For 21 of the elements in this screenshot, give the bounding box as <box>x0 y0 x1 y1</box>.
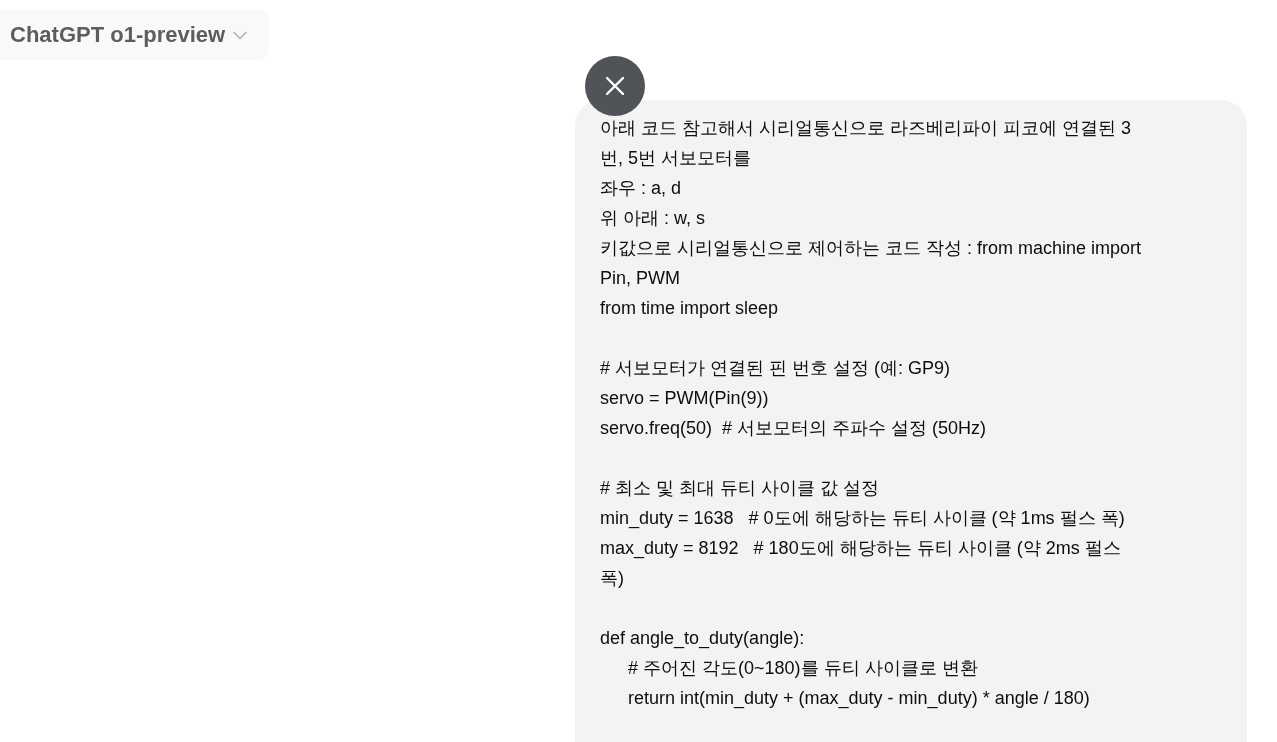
message-line: return int(min_duty + (max_duty - min_duty) * angle / 180) <box>628 687 1091 711</box>
message-line: # 주어진 각도(0~180)를 듀티 사이클로 변환 <box>628 657 979 680</box>
message-line: def angle_to_duty(angle): <box>600 627 806 651</box>
message-line: # 최소 및 최대 듀티 사이클 값 설정 <box>600 477 881 500</box>
message-line: max_duty = 8192 # 180도에 해당하는 듀티 사이클 (약 2ms 펄스 <box>600 537 1122 561</box>
message-line: 번, 5번 서보모터를 <box>600 147 752 170</box>
message-line: # 서보모터가 연결된 핀 번호 설정 (예: GP9) <box>600 357 952 380</box>
message-line: 키값으로 시리얼통신으로 제어하는 코드 작성 : from machine import <box>600 237 1143 260</box>
close-icon <box>606 77 624 95</box>
message-line: 폭) <box>600 567 625 590</box>
message-line: servo = PWM(Pin(9)) <box>600 387 770 410</box>
message-line: from time import sleep <box>600 297 780 320</box>
close-button[interactable] <box>585 56 645 116</box>
model-selector-button[interactable]: ChatGPT o1-preview <box>0 10 270 60</box>
message-line: min_duty = 1638 # 0도에 해당하는 듀티 사이클 (약 1ms 펄스 폭) <box>600 507 1126 531</box>
message-line: 좌우 : a, d <box>600 177 683 200</box>
message-line: servo.freq(50) # 서보모터의 주파수 설정 (50Hz) <box>600 417 988 440</box>
message-line: 위 아래 : w, s <box>600 207 706 230</box>
chevron-down-icon <box>233 30 248 40</box>
message-line: 아래 코드 참고해서 시리얼통신으로 라즈베리파이 피코에 연결된 3 <box>600 117 1133 140</box>
message-line: Pin, PWM <box>600 267 681 290</box>
